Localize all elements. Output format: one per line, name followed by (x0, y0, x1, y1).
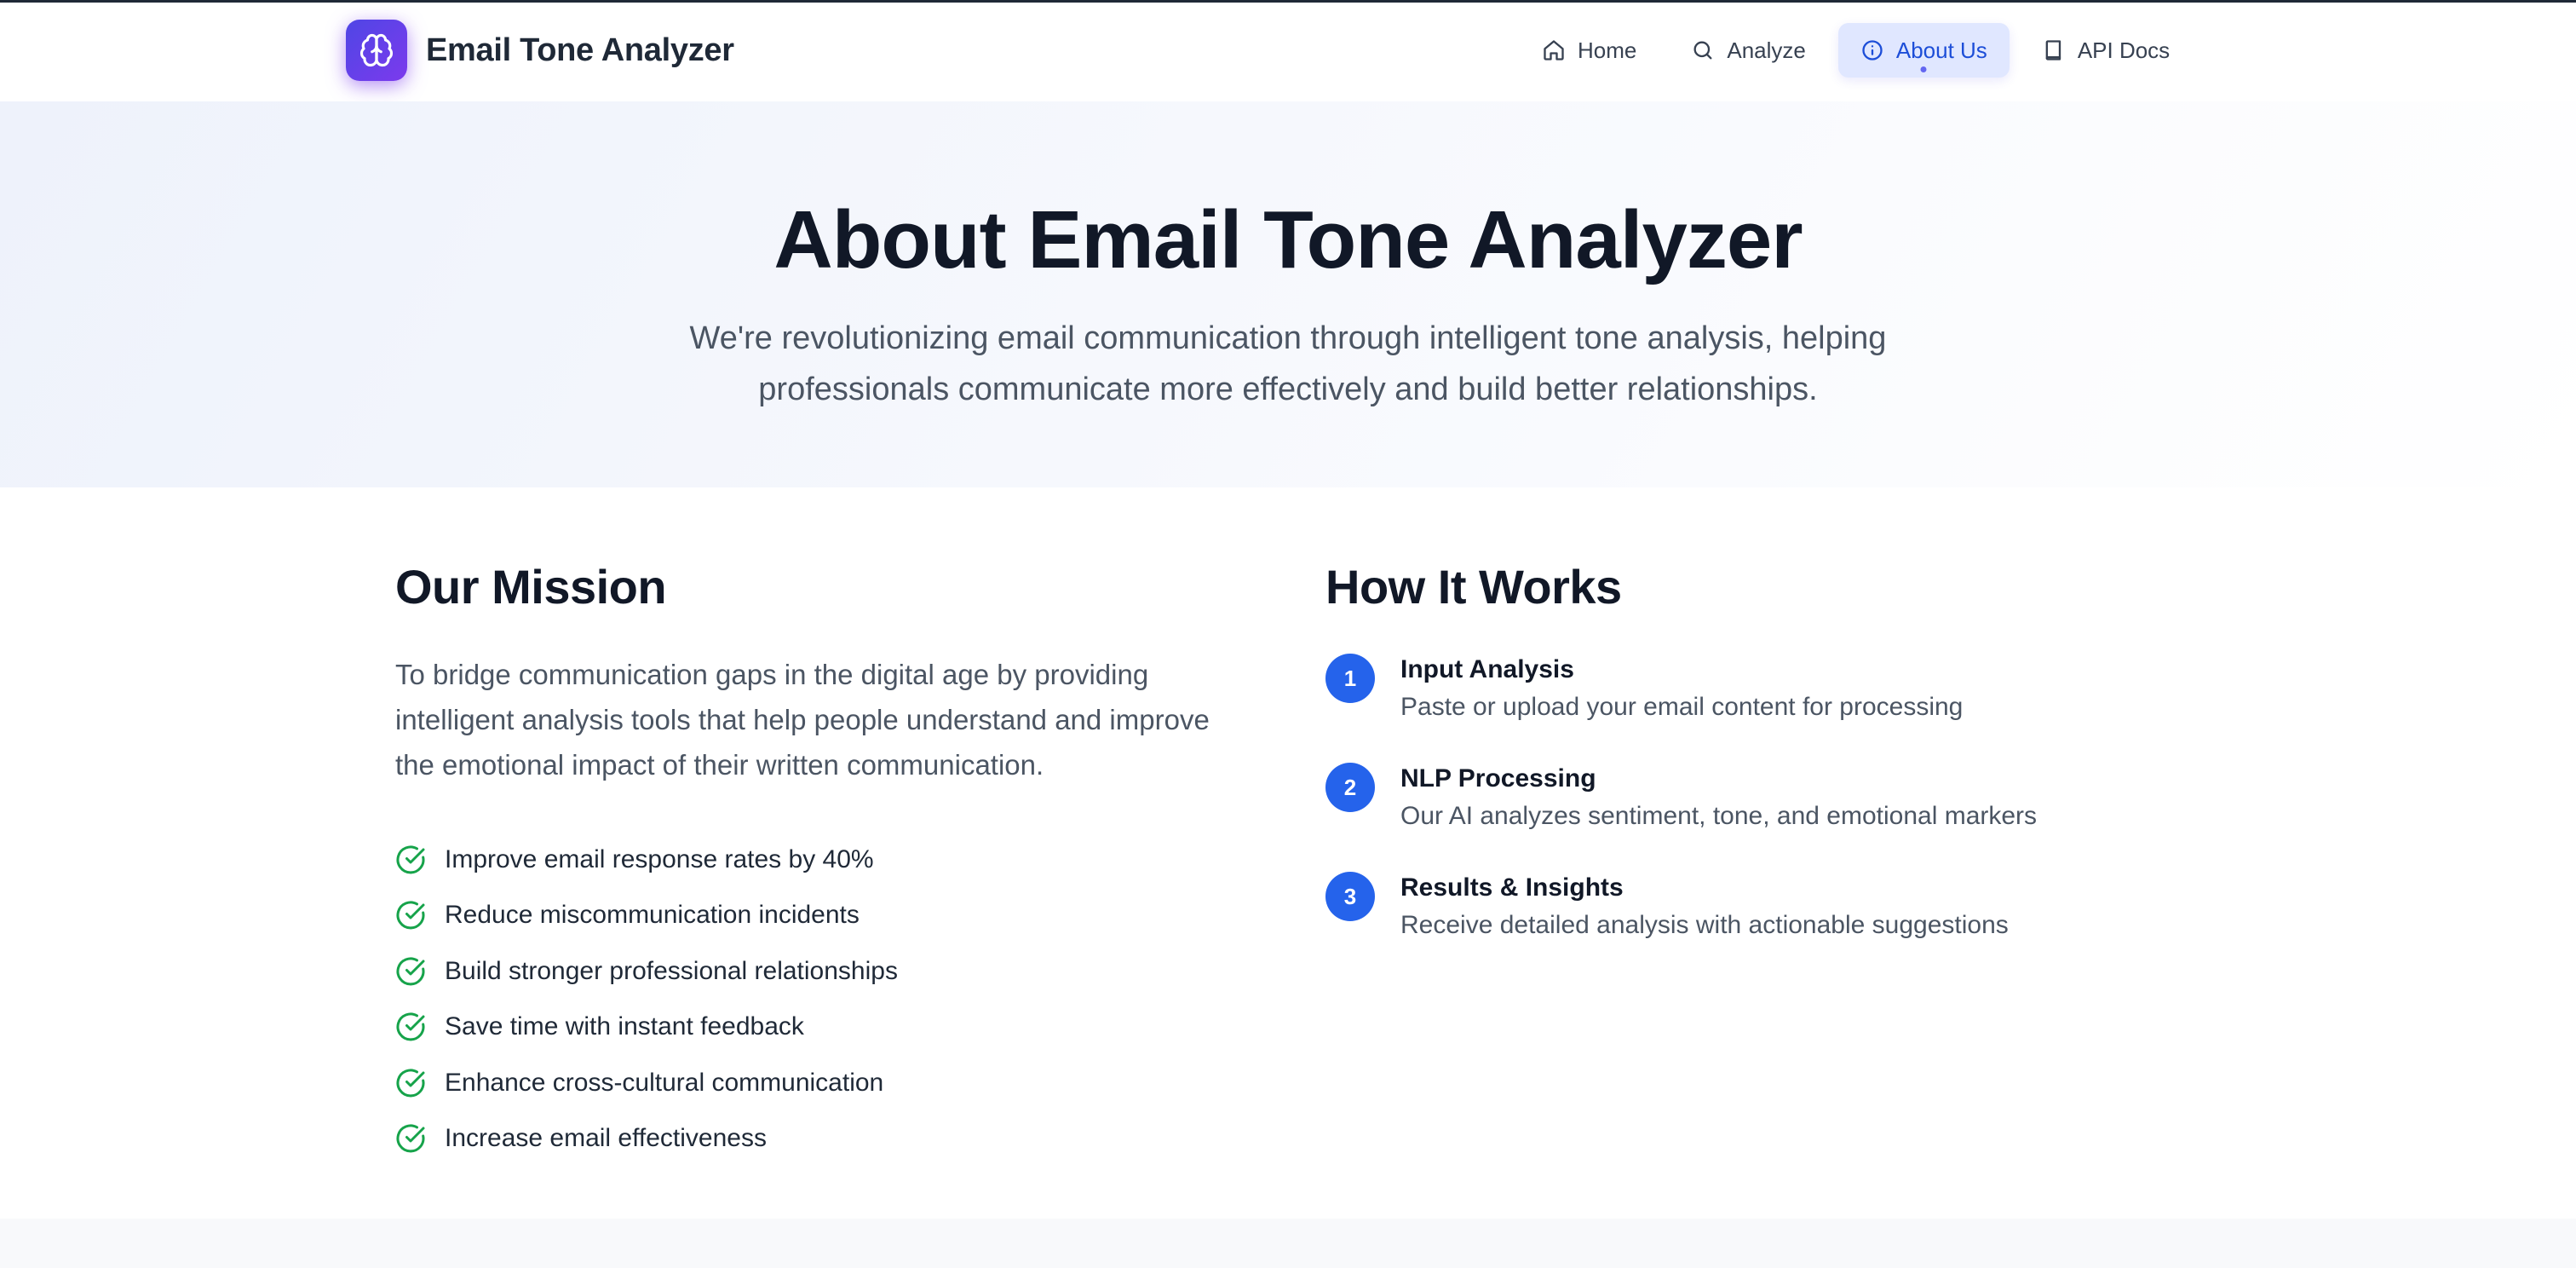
step-number-badge: 3 (1325, 872, 1375, 921)
benefit-item: Build stronger professional relationship… (395, 943, 1230, 1000)
main-nav: Home Analyze About Us API Docs (1520, 23, 2202, 78)
benefit-text: Improve email response rates by 40% (445, 844, 874, 873)
benefit-item: Reduce miscommunication incidents (395, 888, 1230, 944)
nav-home[interactable]: Home (1520, 23, 1659, 78)
step-title: Input Analysis (1400, 655, 1574, 683)
steps-list: 1 Input Analysis Paste or upload your em… (1325, 654, 2211, 943)
book-icon (2045, 40, 2061, 61)
how-it-works-title: How It Works (1325, 560, 1622, 614)
brand[interactable]: Email Tone Analyzer (346, 20, 734, 81)
benefits-list: Improve email response rates by 40% Redu… (395, 832, 1230, 1167)
step-title: Results & Insights (1400, 873, 1624, 902)
step-title: NLP Processing (1400, 764, 1596, 792)
check-circle-icon (396, 1069, 425, 1098)
benefit-item: Increase email effectiveness (395, 1111, 1230, 1167)
how-it-works-section: How It Works 1 Input Analysis Paste or u… (1325, 559, 2211, 981)
nav-about-us[interactable]: About Us (1837, 23, 2010, 78)
nav-api-docs-label: API Docs (2077, 37, 2171, 63)
brand-title: Email Tone Analyzer (426, 32, 734, 68)
step-item: 2 NLP Processing Our AI analyzes sentime… (1325, 763, 2211, 834)
nav-about-us-label: About Us (1895, 37, 1987, 63)
mission-title: Our Mission (395, 560, 667, 614)
nav-analyze-label: Analyze (1727, 37, 1806, 63)
step-item: 3 Results & Insights Receive detailed an… (1325, 872, 2211, 943)
active-indicator (1920, 66, 1927, 72)
step-number-badge: 2 (1325, 763, 1375, 812)
benefit-item: Enhance cross-cultural communication (395, 1055, 1230, 1111)
benefit-text: Enhance cross-cultural communication (445, 1068, 884, 1097)
benefit-text: Increase email effectiveness (445, 1124, 767, 1153)
step-number-badge: 1 (1325, 654, 1375, 703)
mission-section: Our Mission To bridge communication gaps… (395, 559, 1230, 1167)
brain-icon (346, 20, 407, 81)
nav-api-docs[interactable]: API Docs (2020, 23, 2192, 78)
page-title: About Email Tone Analyzer (773, 194, 1803, 285)
check-circle-icon (396, 957, 425, 986)
hero-section: About Email Tone Analyzer We're revoluti… (0, 101, 2576, 487)
nav-analyze[interactable]: Analyze (1669, 23, 1828, 78)
benefit-text: Reduce miscommunication incidents (445, 901, 860, 930)
check-circle-icon (396, 1012, 425, 1041)
benefit-text: Build stronger professional relationship… (445, 956, 898, 985)
nav-home-label: Home (1578, 37, 1637, 63)
check-circle-icon (396, 1124, 425, 1153)
benefit-item: Save time with instant feedback (395, 1000, 1230, 1056)
check-circle-icon (396, 901, 425, 930)
hero-subtitle: We're revolutionizing email communicatio… (689, 320, 1887, 407)
home-icon (1544, 40, 1564, 61)
mission-text: To bridge communication gaps in the digi… (395, 659, 1210, 781)
next-section-edge (0, 1219, 2576, 1268)
benefit-text: Save time with instant feedback (445, 1012, 804, 1041)
check-circle-icon (396, 845, 425, 874)
benefit-item: Improve email response rates by 40% (395, 832, 1230, 888)
site-header: Email Tone Analyzer Home Analyze About U… (0, 3, 2576, 101)
step-item: 1 Input Analysis Paste or upload your em… (1325, 654, 2211, 725)
step-description: Paste or upload your email content for p… (1400, 693, 1964, 721)
search-icon (1693, 41, 1712, 60)
step-description: Our AI analyzes sentiment, tone, and emo… (1400, 802, 2038, 830)
step-description: Receive detailed analysis with actionabl… (1400, 911, 2009, 939)
info-icon (1862, 40, 1883, 61)
